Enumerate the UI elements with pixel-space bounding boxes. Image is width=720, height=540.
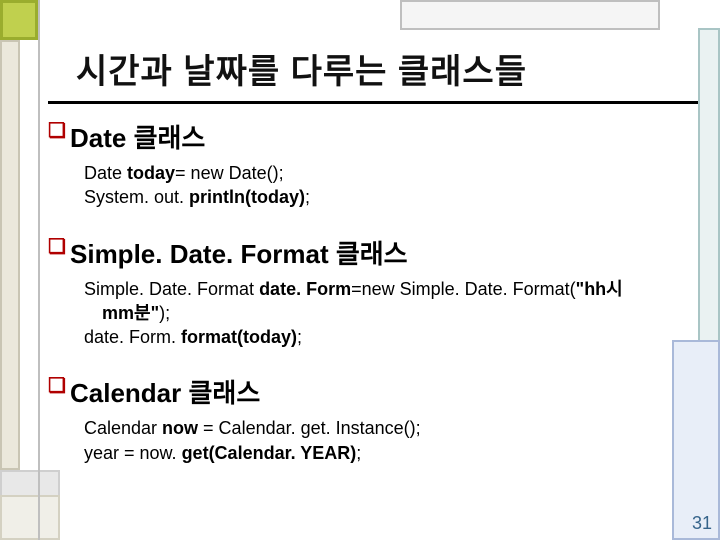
- code-block: Date today= new Date();System. out. prin…: [48, 161, 698, 210]
- section: ❏Date 클래스Date today= new Date();System. …: [48, 118, 698, 210]
- code-bold: println(today): [189, 187, 305, 207]
- section-heading: ❏Calendar 클래스: [48, 373, 698, 410]
- code-text: =new Simple. Date. Format(: [351, 279, 576, 299]
- section-heading: ❏Date 클래스: [48, 118, 698, 155]
- code-text: ;: [305, 187, 310, 207]
- code-block: Simple. Date. Format date. Form=new Simp…: [48, 277, 698, 350]
- code-line: System. out. println(today);: [84, 185, 698, 209]
- code-line: Simple. Date. Format date. Form=new Simp…: [84, 277, 698, 301]
- heading-text: Simple. Date. Format 클래스: [70, 239, 408, 269]
- code-bold: date. Form: [259, 279, 351, 299]
- top-decoration: [400, 0, 660, 30]
- code-bold: format(today): [181, 327, 297, 347]
- code-text: = Calendar. get. Instance();: [203, 418, 421, 438]
- code-line: year = now. get(Calendar. YEAR);: [84, 441, 698, 465]
- code-bold: now: [162, 418, 203, 438]
- section: ❏Calendar 클래스 Calendar now = Calendar. ge…: [48, 373, 698, 465]
- code-text: Simple. Date. Format: [84, 279, 259, 299]
- left-decoration-1: [0, 40, 20, 470]
- section-heading: ❏Simple. Date. Format 클래스: [48, 234, 698, 271]
- slide-title: 시간과 날짜를 다루는 클래스들: [48, 38, 698, 104]
- code-text: ;: [356, 443, 361, 463]
- left-decoration-3: [0, 495, 60, 540]
- bullet-icon: ❏: [48, 234, 70, 259]
- vertical-rule: [38, 0, 40, 540]
- code-text: System. out.: [84, 187, 189, 207]
- slide-content: 시간과 날짜를 다루는 클래스들 ❏Date 클래스Date today= ne…: [48, 38, 698, 489]
- code-bold: "hh시: [576, 279, 623, 299]
- code-text: );: [159, 303, 170, 323]
- code-line: Calendar now = Calendar. get. Instance()…: [84, 416, 698, 440]
- code-line: date. Form. format(today);: [84, 325, 698, 349]
- section: ❏Simple. Date. Format 클래스Simple. Date. F…: [48, 234, 698, 350]
- heading-text: Date 클래스: [70, 123, 205, 153]
- bullet-icon: ❏: [48, 118, 70, 143]
- code-text: = new Date();: [175, 163, 284, 183]
- code-bold: get(Calendar. YEAR): [182, 443, 357, 463]
- bullet-icon: ❏: [48, 373, 70, 398]
- code-line: mm분");: [84, 301, 698, 325]
- code-block: Calendar now = Calendar. get. Instance()…: [48, 416, 698, 465]
- code-text: Calendar: [84, 418, 162, 438]
- corner-decoration: [0, 0, 38, 40]
- code-bold: today: [127, 163, 175, 183]
- code-text: date. Form.: [84, 327, 181, 347]
- page-number: 31: [692, 513, 712, 534]
- code-bold: mm분": [102, 303, 159, 323]
- code-text: ;: [297, 327, 302, 347]
- code-text: year = now.: [84, 443, 182, 463]
- code-line: Date today= new Date();: [84, 161, 698, 185]
- code-text: Date: [84, 163, 127, 183]
- heading-text: Calendar 클래스: [70, 378, 260, 408]
